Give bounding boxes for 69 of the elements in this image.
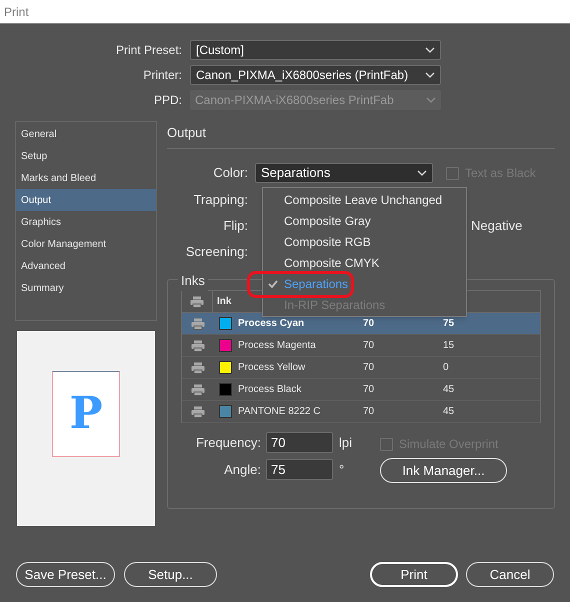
field-label: Screening: xyxy=(184,243,249,262)
ink-manager-button[interactable]: Ink Manager... xyxy=(380,458,508,483)
chevron-down-icon xyxy=(426,97,436,103)
section-heading: Output xyxy=(167,125,206,140)
table-cell-text: 0 xyxy=(443,361,449,375)
field-label: PPD: xyxy=(152,92,183,109)
dialog-button[interactable]: Save Preset... xyxy=(16,562,115,587)
menu-item[interactable]: Composite RGB xyxy=(263,231,466,252)
field-label: Color: xyxy=(212,164,249,182)
ink-row[interactable]: Process Yellow 70 0 xyxy=(182,357,540,379)
menu-item[interactable]: Composite Leave Unchanged xyxy=(263,189,466,210)
field-label: Print Preset: xyxy=(114,42,183,59)
sidebar-item[interactable]: General xyxy=(16,123,156,145)
input-field[interactable]: 70 xyxy=(266,432,333,453)
ink-row[interactable]: Process Black 70 45 xyxy=(182,379,540,401)
ink-row[interactable]: PANTONE 8222 C 70 45 xyxy=(182,401,540,423)
table-cell-text: 75 xyxy=(443,317,454,331)
field-label: Printer: xyxy=(142,67,183,84)
color-dropdown[interactable]: Separations xyxy=(255,163,433,183)
table-cell-text: Process Yellow xyxy=(238,361,306,375)
sidebar-item[interactable]: Setup xyxy=(16,145,156,167)
table-cell-text: 70 xyxy=(363,361,374,375)
unit-label: lpi xyxy=(339,434,352,452)
table-cell-text: 45 xyxy=(443,383,454,397)
dialog-button[interactable]: Print xyxy=(370,562,458,587)
table-cell-text: PANTONE 8222 C xyxy=(238,405,320,419)
chevron-down-icon xyxy=(425,47,435,53)
sidebar-item[interactable]: Graphics xyxy=(16,211,156,233)
dropdown[interactable]: [Custom] xyxy=(190,40,441,60)
ink-row[interactable]: Process Cyan 70 75 xyxy=(182,313,540,335)
table-cell-text: 15 xyxy=(443,339,454,353)
printer-icon xyxy=(190,362,204,374)
preview-letter: P xyxy=(69,392,103,436)
sidebar-item[interactable]: Output xyxy=(16,189,156,211)
checkbox-label: Negative xyxy=(471,217,522,236)
table-cell-text: 70 xyxy=(363,339,374,353)
input-field[interactable]: 75 xyxy=(266,459,333,480)
table-cell-text: 45 xyxy=(443,405,454,419)
field-label: Angle: xyxy=(223,460,262,479)
printer-icon xyxy=(190,340,204,352)
chevron-down-icon xyxy=(417,170,427,176)
printer-icon xyxy=(190,406,204,418)
menu-item[interactable]: Composite Gray xyxy=(263,210,466,231)
ink-row[interactable]: Process Magenta 70 15 xyxy=(182,335,540,357)
printer-icon xyxy=(190,296,204,308)
chevron-down-icon xyxy=(425,72,435,78)
menu-item[interactable]: Composite CMYK xyxy=(263,252,466,273)
window-title: Print xyxy=(4,4,29,20)
checkmark-icon xyxy=(268,280,278,288)
column-header: Ink xyxy=(217,295,232,309)
sidebar-item[interactable]: Advanced xyxy=(16,255,156,277)
table-cell-text: Process Cyan xyxy=(238,317,304,331)
table-cell-text: Process Black xyxy=(238,383,302,397)
field-label: Frequency: xyxy=(194,434,262,452)
unit-label: ° xyxy=(339,460,344,479)
dialog-button[interactable]: Cancel xyxy=(466,562,554,587)
dropdown[interactable]: Canon_PIXMA_iX6800series (PrintFab) xyxy=(190,65,441,85)
printer-icon xyxy=(190,318,204,330)
sidebar-item[interactable]: Summary xyxy=(16,277,156,299)
field-label: Trapping: xyxy=(192,191,249,210)
sidebar-item[interactable]: Color Management xyxy=(16,233,156,255)
table-cell-text: 70 xyxy=(363,405,374,419)
sidebar-item[interactable]: Marks and Bleed xyxy=(16,167,156,189)
field-label: Flip: xyxy=(222,217,249,236)
table-cell-text: Process Magenta xyxy=(238,339,316,353)
dialog-button[interactable]: Setup... xyxy=(124,562,217,587)
table-cell-text: 70 xyxy=(363,317,374,331)
table-cell-text: 70 xyxy=(363,383,374,397)
printer-icon xyxy=(190,384,204,396)
